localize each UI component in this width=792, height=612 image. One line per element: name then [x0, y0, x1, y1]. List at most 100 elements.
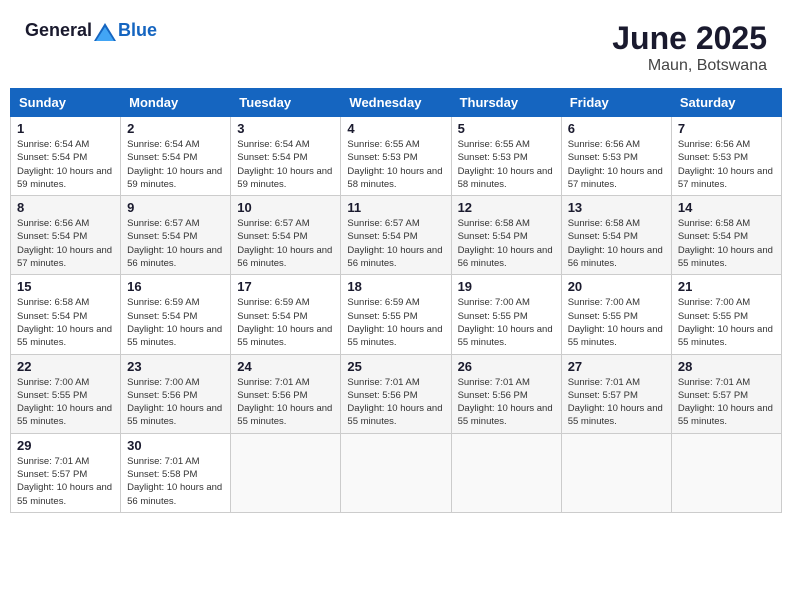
calendar-day-cell: 17 Sunrise: 6:59 AM Sunset: 5:54 PM Dayl…: [231, 275, 341, 354]
day-info: Sunrise: 6:59 AM Sunset: 5:54 PM Dayligh…: [127, 296, 224, 349]
calendar-day-cell: 28 Sunrise: 7:01 AM Sunset: 5:57 PM Dayl…: [671, 354, 781, 433]
day-info: Sunrise: 7:00 AM Sunset: 5:55 PM Dayligh…: [17, 376, 114, 429]
calendar-day-cell: 5 Sunrise: 6:55 AM Sunset: 5:53 PM Dayli…: [451, 117, 561, 196]
calendar-day-cell: 21 Sunrise: 7:00 AM Sunset: 5:55 PM Dayl…: [671, 275, 781, 354]
day-number: 3: [237, 121, 334, 136]
calendar-week-row: 1 Sunrise: 6:54 AM Sunset: 5:54 PM Dayli…: [11, 117, 782, 196]
weekday-header-monday: Monday: [121, 89, 231, 117]
day-info: Sunrise: 7:01 AM Sunset: 5:56 PM Dayligh…: [458, 376, 555, 429]
day-info: Sunrise: 6:58 AM Sunset: 5:54 PM Dayligh…: [568, 217, 665, 270]
day-info: Sunrise: 6:55 AM Sunset: 5:53 PM Dayligh…: [458, 138, 555, 191]
calendar-day-cell: 4 Sunrise: 6:55 AM Sunset: 5:53 PM Dayli…: [341, 117, 451, 196]
calendar-day-cell: 8 Sunrise: 6:56 AM Sunset: 5:54 PM Dayli…: [11, 196, 121, 275]
day-number: 12: [458, 200, 555, 215]
month-title: June 2025: [612, 20, 767, 57]
calendar-day-cell: 16 Sunrise: 6:59 AM Sunset: 5:54 PM Dayl…: [121, 275, 231, 354]
day-number: 2: [127, 121, 224, 136]
day-number: 15: [17, 279, 114, 294]
day-number: 30: [127, 438, 224, 453]
weekday-header-sunday: Sunday: [11, 89, 121, 117]
calendar-day-cell: 29 Sunrise: 7:01 AM Sunset: 5:57 PM Dayl…: [11, 433, 121, 512]
day-number: 4: [347, 121, 444, 136]
calendar-day-cell: 19 Sunrise: 7:00 AM Sunset: 5:55 PM Dayl…: [451, 275, 561, 354]
day-number: 6: [568, 121, 665, 136]
day-number: 10: [237, 200, 334, 215]
day-number: 7: [678, 121, 775, 136]
day-info: Sunrise: 7:00 AM Sunset: 5:56 PM Dayligh…: [127, 376, 224, 429]
calendar-day-cell: 12 Sunrise: 6:58 AM Sunset: 5:54 PM Dayl…: [451, 196, 561, 275]
day-info: Sunrise: 6:59 AM Sunset: 5:55 PM Dayligh…: [347, 296, 444, 349]
day-number: 8: [17, 200, 114, 215]
calendar-day-cell: 22 Sunrise: 7:00 AM Sunset: 5:55 PM Dayl…: [11, 354, 121, 433]
day-info: Sunrise: 7:00 AM Sunset: 5:55 PM Dayligh…: [678, 296, 775, 349]
day-number: 18: [347, 279, 444, 294]
day-info: Sunrise: 7:01 AM Sunset: 5:57 PM Dayligh…: [678, 376, 775, 429]
day-info: Sunrise: 6:54 AM Sunset: 5:54 PM Dayligh…: [127, 138, 224, 191]
weekday-header-friday: Friday: [561, 89, 671, 117]
day-number: 20: [568, 279, 665, 294]
day-info: Sunrise: 6:56 AM Sunset: 5:53 PM Dayligh…: [568, 138, 665, 191]
calendar-day-cell: [231, 433, 341, 512]
day-number: 26: [458, 359, 555, 374]
day-number: 19: [458, 279, 555, 294]
weekday-header-wednesday: Wednesday: [341, 89, 451, 117]
calendar-week-row: 29 Sunrise: 7:01 AM Sunset: 5:57 PM Dayl…: [11, 433, 782, 512]
calendar-day-cell: 7 Sunrise: 6:56 AM Sunset: 5:53 PM Dayli…: [671, 117, 781, 196]
day-number: 24: [237, 359, 334, 374]
day-info: Sunrise: 6:56 AM Sunset: 5:54 PM Dayligh…: [17, 217, 114, 270]
day-info: Sunrise: 6:58 AM Sunset: 5:54 PM Dayligh…: [17, 296, 114, 349]
day-info: Sunrise: 6:57 AM Sunset: 5:54 PM Dayligh…: [237, 217, 334, 270]
day-number: 9: [127, 200, 224, 215]
day-number: 25: [347, 359, 444, 374]
day-number: 23: [127, 359, 224, 374]
calendar-day-cell: 9 Sunrise: 6:57 AM Sunset: 5:54 PM Dayli…: [121, 196, 231, 275]
calendar-day-cell: 2 Sunrise: 6:54 AM Sunset: 5:54 PM Dayli…: [121, 117, 231, 196]
calendar-week-row: 22 Sunrise: 7:00 AM Sunset: 5:55 PM Dayl…: [11, 354, 782, 433]
day-info: Sunrise: 7:00 AM Sunset: 5:55 PM Dayligh…: [458, 296, 555, 349]
day-info: Sunrise: 7:01 AM Sunset: 5:57 PM Dayligh…: [17, 455, 114, 508]
day-info: Sunrise: 7:01 AM Sunset: 5:56 PM Dayligh…: [237, 376, 334, 429]
day-info: Sunrise: 7:01 AM Sunset: 5:56 PM Dayligh…: [347, 376, 444, 429]
day-info: Sunrise: 6:58 AM Sunset: 5:54 PM Dayligh…: [678, 217, 775, 270]
day-number: 27: [568, 359, 665, 374]
page-header: General Blue June 2025 Maun, Botswana: [10, 10, 782, 80]
day-info: Sunrise: 7:01 AM Sunset: 5:58 PM Dayligh…: [127, 455, 224, 508]
day-number: 14: [678, 200, 775, 215]
calendar-week-row: 8 Sunrise: 6:56 AM Sunset: 5:54 PM Dayli…: [11, 196, 782, 275]
calendar-day-cell: 11 Sunrise: 6:57 AM Sunset: 5:54 PM Dayl…: [341, 196, 451, 275]
calendar-day-cell: [451, 433, 561, 512]
day-info: Sunrise: 6:55 AM Sunset: 5:53 PM Dayligh…: [347, 138, 444, 191]
calendar-day-cell: 15 Sunrise: 6:58 AM Sunset: 5:54 PM Dayl…: [11, 275, 121, 354]
day-info: Sunrise: 7:00 AM Sunset: 5:55 PM Dayligh…: [568, 296, 665, 349]
weekday-header-row: SundayMondayTuesdayWednesdayThursdayFrid…: [11, 89, 782, 117]
day-number: 1: [17, 121, 114, 136]
day-number: 16: [127, 279, 224, 294]
calendar-day-cell: 3 Sunrise: 6:54 AM Sunset: 5:54 PM Dayli…: [231, 117, 341, 196]
logo-blue: Blue: [118, 20, 157, 40]
calendar-table: SundayMondayTuesdayWednesdayThursdayFrid…: [10, 88, 782, 513]
day-number: 28: [678, 359, 775, 374]
day-number: 11: [347, 200, 444, 215]
calendar-day-cell: 1 Sunrise: 6:54 AM Sunset: 5:54 PM Dayli…: [11, 117, 121, 196]
calendar-day-cell: 26 Sunrise: 7:01 AM Sunset: 5:56 PM Dayl…: [451, 354, 561, 433]
day-info: Sunrise: 6:57 AM Sunset: 5:54 PM Dayligh…: [347, 217, 444, 270]
calendar-day-cell: [341, 433, 451, 512]
logo-general: General: [25, 20, 92, 40]
calendar-day-cell: 10 Sunrise: 6:57 AM Sunset: 5:54 PM Dayl…: [231, 196, 341, 275]
day-info: Sunrise: 6:56 AM Sunset: 5:53 PM Dayligh…: [678, 138, 775, 191]
calendar-day-cell: 27 Sunrise: 7:01 AM Sunset: 5:57 PM Dayl…: [561, 354, 671, 433]
calendar-day-cell: 23 Sunrise: 7:00 AM Sunset: 5:56 PM Dayl…: [121, 354, 231, 433]
calendar-week-row: 15 Sunrise: 6:58 AM Sunset: 5:54 PM Dayl…: [11, 275, 782, 354]
day-info: Sunrise: 6:57 AM Sunset: 5:54 PM Dayligh…: [127, 217, 224, 270]
day-info: Sunrise: 6:54 AM Sunset: 5:54 PM Dayligh…: [17, 138, 114, 191]
day-info: Sunrise: 6:58 AM Sunset: 5:54 PM Dayligh…: [458, 217, 555, 270]
day-number: 29: [17, 438, 114, 453]
day-number: 22: [17, 359, 114, 374]
weekday-header-saturday: Saturday: [671, 89, 781, 117]
location-title: Maun, Botswana: [612, 57, 767, 75]
weekday-header-tuesday: Tuesday: [231, 89, 341, 117]
day-info: Sunrise: 6:59 AM Sunset: 5:54 PM Dayligh…: [237, 296, 334, 349]
weekday-header-thursday: Thursday: [451, 89, 561, 117]
day-info: Sunrise: 6:54 AM Sunset: 5:54 PM Dayligh…: [237, 138, 334, 191]
calendar-day-cell: 20 Sunrise: 7:00 AM Sunset: 5:55 PM Dayl…: [561, 275, 671, 354]
